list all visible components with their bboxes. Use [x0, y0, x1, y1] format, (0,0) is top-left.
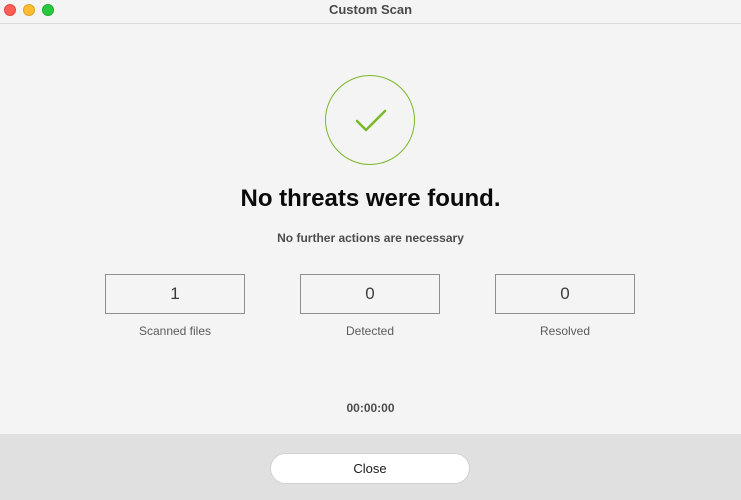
resolved-value: 0: [495, 274, 635, 314]
result-subline: No further actions are necessary: [277, 231, 464, 245]
footer-bar: Close: [0, 434, 741, 500]
title-bar: Custom Scan: [0, 0, 741, 24]
detected-label: Detected: [345, 324, 395, 338]
detected-stat: 0 Detected: [300, 274, 440, 338]
resolved-stat: 0 Resolved: [495, 274, 635, 338]
window-title: Custom Scan: [328, 2, 413, 17]
scanned-files-stat: 1 Scanned files: [105, 274, 245, 338]
detected-value: 0: [300, 274, 440, 314]
result-headline: No threats were found.: [240, 185, 501, 212]
resolved-label: Resolved: [539, 324, 591, 338]
custom-scan-window: Custom Scan No threats were found. No fu…: [0, 0, 741, 500]
close-button[interactable]: Close: [270, 453, 470, 484]
elapsed-time: 00:00:00: [346, 401, 395, 415]
scan-result-panel: No threats were found. No further action…: [0, 25, 741, 434]
scanned-files-label: Scanned files: [138, 324, 212, 338]
success-indicator: [325, 75, 415, 165]
scanned-files-value: 1: [105, 274, 245, 314]
checkmark-icon: [355, 109, 387, 132]
